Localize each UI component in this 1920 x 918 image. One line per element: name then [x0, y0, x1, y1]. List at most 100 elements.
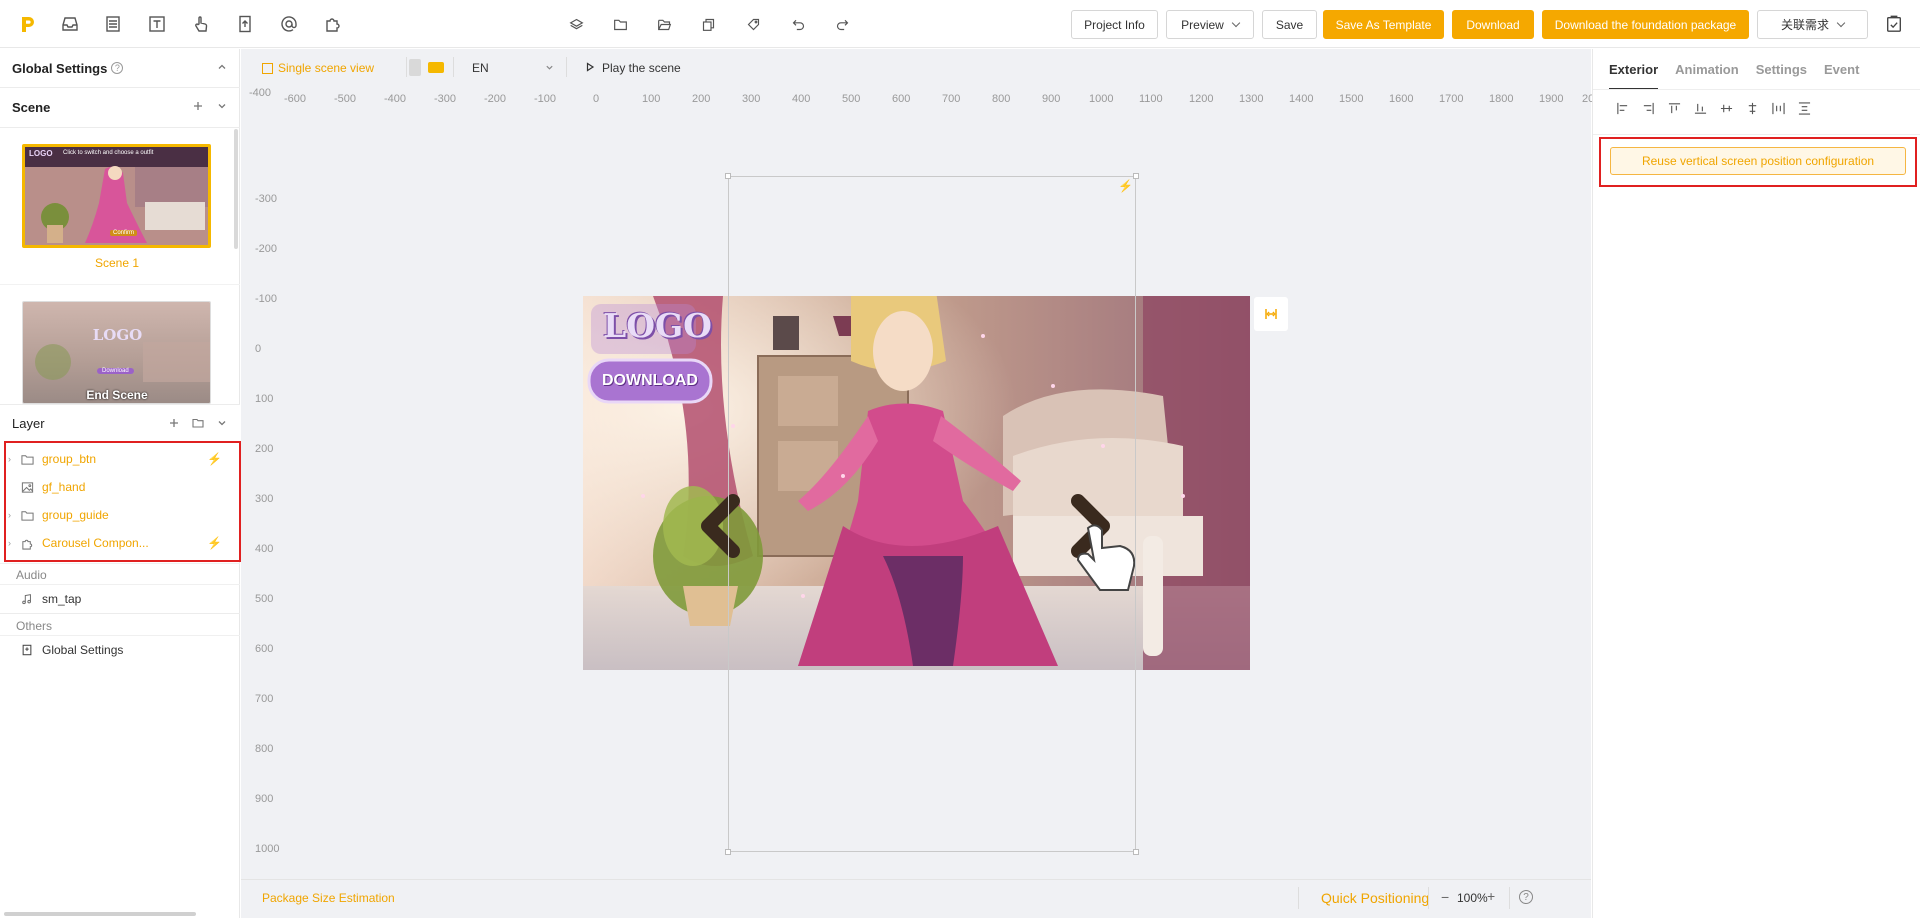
frame-corner-handle[interactable]: [725, 849, 731, 855]
preview-dropdown[interactable]: Preview: [1166, 10, 1254, 39]
end-scene-label[interactable]: End Scene: [0, 388, 234, 402]
distribute-vertical-icon[interactable]: [1797, 101, 1811, 115]
chevron-up-icon[interactable]: [216, 61, 228, 73]
list-icon[interactable]: [103, 14, 123, 34]
background-color-swatch-yellow[interactable]: [428, 62, 444, 73]
related-requirements-dropdown[interactable]: 关联需求: [1757, 10, 1868, 39]
left-panel-horizontal-scrollbar[interactable]: [4, 912, 196, 916]
zoom-in-button[interactable]: +: [1487, 888, 1495, 904]
help-icon[interactable]: ?: [111, 62, 124, 74]
project-info-button[interactable]: Project Info: [1071, 10, 1158, 39]
vertical-ruler: -300 -200 -100 0 100 200 300 400 500 600…: [255, 115, 295, 905]
ruler-tick: -400: [384, 93, 407, 105]
tag-icon[interactable]: [743, 14, 763, 34]
ruler-tick: 100: [642, 93, 661, 105]
layer-header: Layer: [0, 405, 240, 441]
app-logo-icon[interactable]: [18, 14, 38, 34]
folder-icon[interactable]: [610, 14, 630, 34]
ruler-tick: -600: [284, 93, 307, 105]
global-settings-header[interactable]: Global Settings ?: [0, 49, 240, 87]
chevron-down-icon: [1836, 18, 1846, 27]
text-icon[interactable]: [147, 14, 167, 34]
expand-arrow-icon[interactable]: ›: [8, 538, 16, 548]
audio-item-sm-tap[interactable]: sm_tap: [20, 587, 81, 611]
ruler-tick: 800: [992, 93, 1011, 105]
single-scene-view-toggle[interactable]: Single scene view: [262, 61, 374, 75]
expand-arrow-icon[interactable]: ›: [8, 454, 16, 464]
tab-animation[interactable]: Animation: [1675, 49, 1739, 89]
scene-1-label[interactable]: Scene 1: [0, 256, 234, 270]
frame-corner-handle[interactable]: [725, 173, 731, 179]
copy-icon[interactable]: [698, 14, 718, 34]
add-scene-icon[interactable]: [192, 100, 204, 112]
download-button[interactable]: Download: [1452, 10, 1534, 39]
tab-settings[interactable]: Settings: [1756, 49, 1807, 89]
others-item-global-settings[interactable]: Global Settings: [20, 638, 123, 662]
ruler-tick: 900: [1042, 93, 1061, 105]
align-right-icon[interactable]: [1641, 101, 1655, 115]
layer-row-gf-hand[interactable]: gf_hand: [8, 473, 234, 501]
distribute-horizontal-icon[interactable]: [1771, 101, 1785, 115]
folder-open-icon[interactable]: [654, 14, 674, 34]
layer-name: group_guide: [42, 508, 109, 522]
new-folder-icon[interactable]: [192, 417, 204, 429]
clipboard-check-icon[interactable]: [1883, 13, 1905, 35]
preview-label: Preview: [1181, 17, 1224, 32]
bolt-icon: ⚡: [1118, 179, 1133, 193]
download-foundation-package-button[interactable]: Download the foundation package: [1542, 10, 1749, 39]
vertical-screen-frame[interactable]: ⚡: [725, 173, 1139, 855]
undo-icon[interactable]: [788, 14, 808, 34]
puzzle-icon[interactable]: [323, 14, 343, 34]
ruler-tick: 700: [942, 93, 961, 105]
others-group-label: Others: [16, 619, 53, 633]
reuse-vertical-position-button[interactable]: Reuse vertical screen position configura…: [1610, 147, 1906, 175]
tab-exterior[interactable]: Exterior: [1609, 49, 1659, 90]
at-icon[interactable]: [279, 14, 299, 34]
scene-header: Scene: [0, 88, 240, 126]
align-top-icon[interactable]: [1667, 101, 1681, 115]
canvas-subbar: Single scene view EN Play the scene: [241, 49, 1591, 86]
scene-card-1[interactable]: LOGO Click to switch and choose a outfit…: [22, 144, 211, 248]
layer-row-carousel-component[interactable]: › Carousel Compon... ⚡: [8, 529, 234, 557]
chevron-down-icon[interactable]: [216, 417, 228, 429]
align-vertical-center-icon[interactable]: [1719, 101, 1733, 115]
layer-row-group-btn[interactable]: › group_btn ⚡: [8, 445, 234, 473]
align-horizontal-center-icon[interactable]: [1745, 101, 1759, 115]
ruler-tick: 300: [742, 93, 761, 105]
ruler-tick: 1300: [1239, 93, 1264, 105]
add-layer-icon[interactable]: [168, 417, 180, 429]
upload-icon[interactable]: [235, 14, 255, 34]
background-color-swatch-grey[interactable]: [409, 59, 421, 76]
bolt-icon: ⚡: [207, 452, 222, 466]
save-as-template-button[interactable]: Save As Template: [1323, 10, 1444, 39]
expand-arrow-icon[interactable]: ›: [8, 510, 16, 520]
language-select[interactable]: EN: [472, 61, 554, 75]
redo-icon[interactable]: [832, 14, 852, 34]
inbox-icon[interactable]: [60, 14, 80, 34]
frame-corner-handle[interactable]: [1133, 173, 1139, 179]
tab-event[interactable]: Event: [1824, 49, 1859, 89]
canvas-area[interactable]: Single scene view EN Play the scene -400…: [241, 49, 1594, 918]
hand-pointer-icon[interactable]: [191, 14, 211, 34]
fit-width-icon[interactable]: [1254, 297, 1288, 331]
layers-icon[interactable]: [566, 14, 586, 34]
artboard-download-button[interactable]: DOWNLOAD: [589, 360, 711, 402]
ruler-tick: 800: [255, 743, 274, 755]
layer-name: Carousel Compon...: [42, 536, 149, 550]
chevron-down-icon[interactable]: [216, 100, 228, 112]
zoom-out-button[interactable]: −: [1441, 889, 1449, 905]
save-button[interactable]: Save: [1262, 10, 1317, 39]
quick-positioning-button[interactable]: Quick Positioning: [1321, 890, 1429, 906]
folder-icon: [20, 452, 34, 466]
play-scene-button[interactable]: Play the scene: [585, 61, 681, 75]
layer-row-group-guide[interactable]: › group_guide: [8, 501, 234, 529]
scene-1-thumb-logo: LOGO: [29, 149, 53, 158]
package-size-estimation-link[interactable]: Package Size Estimation: [262, 891, 395, 905]
frame-corner-handle[interactable]: [1133, 849, 1139, 855]
align-left-icon[interactable]: [1615, 101, 1629, 115]
others-item-label: Global Settings: [42, 643, 124, 657]
help-icon[interactable]: ?: [1519, 890, 1533, 904]
ruler-tick: -300: [255, 193, 278, 205]
scene-list-scrollbar[interactable]: [234, 129, 238, 249]
align-bottom-icon[interactable]: [1693, 101, 1707, 115]
